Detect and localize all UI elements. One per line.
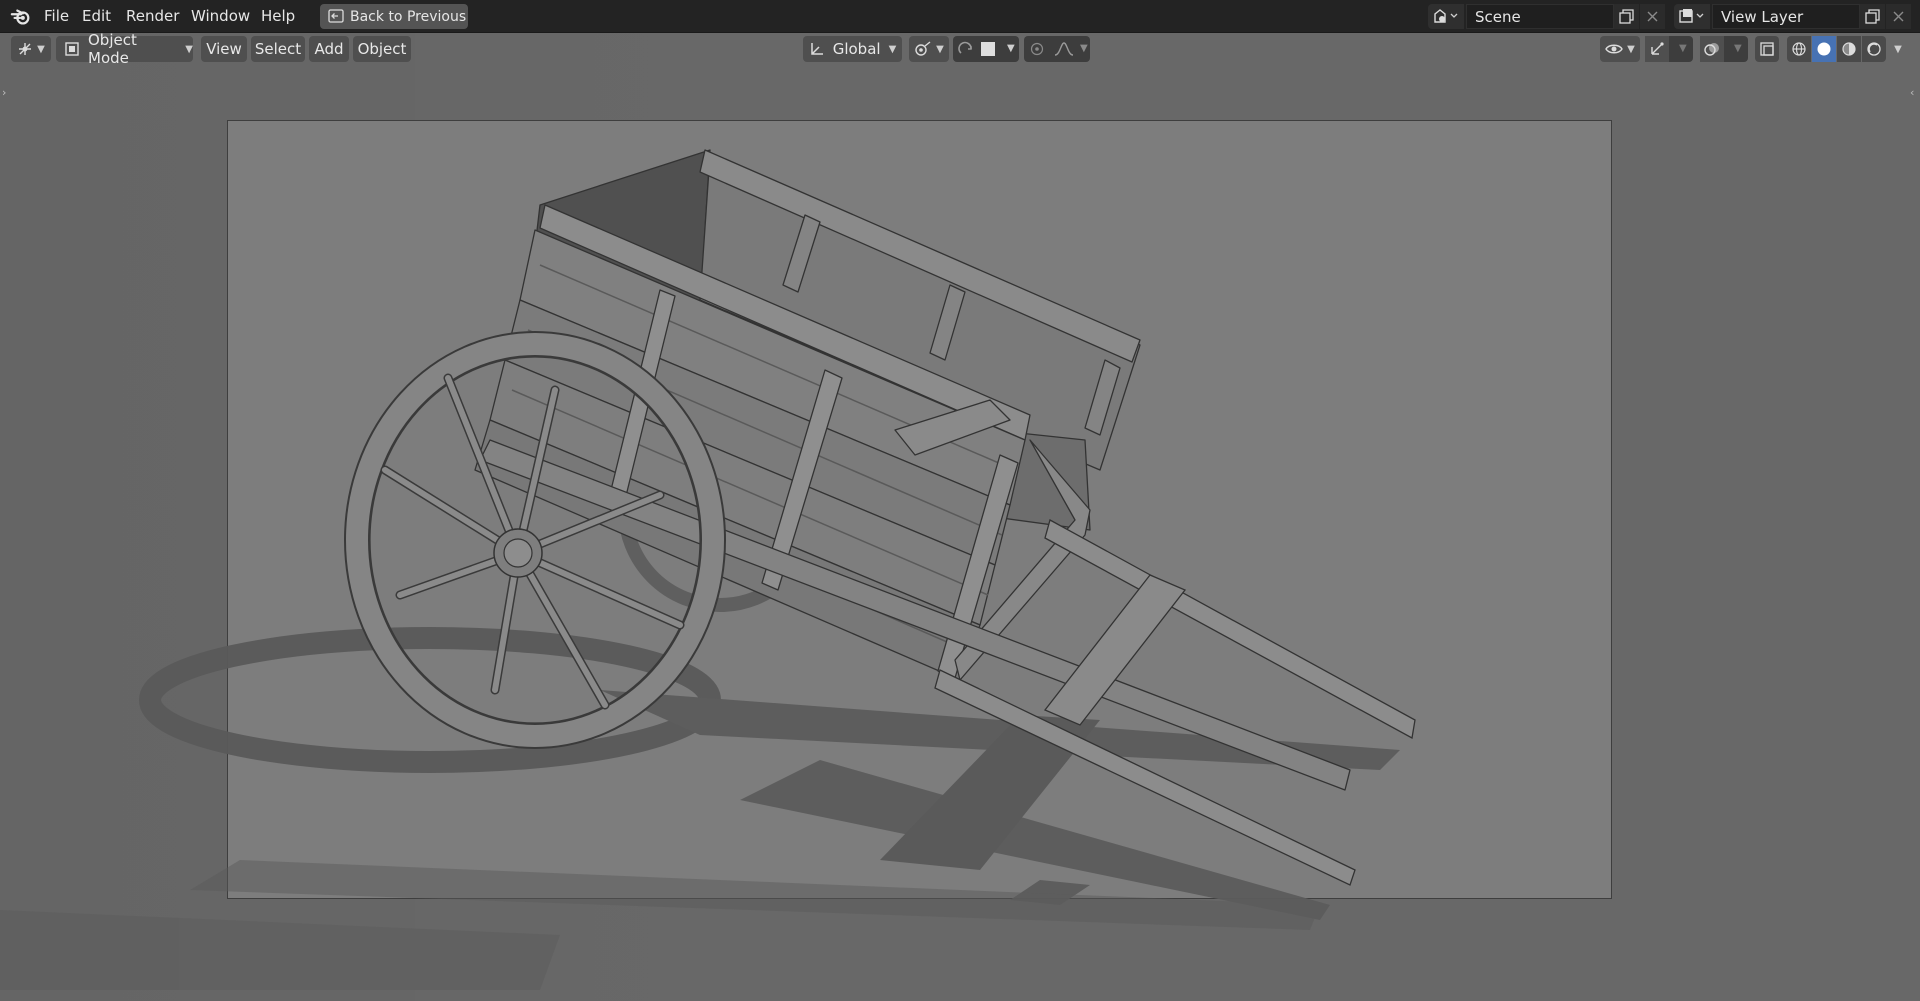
pivot-point-dropdown[interactable]: ▼	[909, 36, 949, 62]
view-layer-type-dropdown[interactable]	[1674, 4, 1710, 29]
menu-help[interactable]: Help	[261, 7, 295, 25]
material-preview-icon	[1842, 42, 1856, 56]
overlay-dropdown[interactable]: ▼	[1734, 43, 1742, 54]
duplicate-icon	[1865, 9, 1880, 24]
menu-window[interactable]: Window	[191, 7, 250, 25]
top-bar: File Edit Render Window Help Back to Pre…	[0, 0, 1920, 33]
menu-select[interactable]: Select	[251, 36, 305, 62]
scene-type-dropdown[interactable]	[1428, 4, 1464, 29]
editor-type-dropdown[interactable]: ▼	[11, 36, 51, 62]
solid-shading-button[interactable]	[1812, 36, 1836, 62]
sidebar-toggle-arrow[interactable]: ‹	[1910, 86, 1920, 102]
snap-toggle[interactable]	[953, 36, 979, 62]
proportional-editing-icon	[1030, 42, 1044, 56]
new-view-layer-button[interactable]	[1860, 4, 1885, 29]
menu-add[interactable]: Add	[309, 36, 349, 62]
viewport-header: ▼ Object Mode ▼ View Select Add Object G…	[0, 31, 1920, 67]
mode-dropdown[interactable]: Object Mode ▼	[56, 31, 193, 67]
transform-orientation-dropdown[interactable]: Global ▼	[803, 36, 902, 62]
object-visibility-dropdown[interactable]: ▼	[1600, 36, 1640, 62]
overlay-icon	[1704, 43, 1719, 56]
view-layer-icon	[1679, 9, 1704, 23]
pivot-point-icon	[915, 41, 931, 56]
xray-toggle[interactable]	[1755, 36, 1779, 62]
view-layer-name-field[interactable]: View Layer	[1712, 4, 1860, 29]
falloff-curve-icon[interactable]	[1054, 41, 1074, 57]
menu-file[interactable]: File	[44, 7, 69, 25]
snap-target-swatch[interactable]	[981, 42, 995, 56]
falloff-dropdown[interactable]: ▼	[1080, 43, 1088, 54]
wireframe-shading-button[interactable]	[1787, 36, 1811, 62]
gizmo-dropdown[interactable]: ▼	[1679, 43, 1687, 54]
menu-view[interactable]: View	[201, 36, 247, 62]
transform-orientation-icon	[810, 43, 823, 55]
close-icon	[1647, 11, 1658, 22]
snap-dropdown[interactable]: ▼	[1007, 43, 1015, 54]
new-scene-button[interactable]	[1614, 4, 1639, 29]
orientation-label: Global	[832, 40, 881, 58]
delete-scene-button[interactable]	[1640, 4, 1665, 29]
back-to-previous-button[interactable]: Back to Previous	[320, 4, 468, 29]
menu-render[interactable]: Render	[126, 7, 179, 25]
delete-view-layer-button[interactable]	[1886, 4, 1911, 29]
blender-logo-icon[interactable]	[10, 6, 32, 28]
menu-object[interactable]: Object	[353, 36, 411, 62]
close-icon	[1893, 11, 1904, 22]
material-preview-button[interactable]	[1837, 36, 1861, 62]
rendered-shading-icon	[1867, 42, 1881, 56]
proportional-editing-group: ▼	[1024, 36, 1090, 62]
scene-icon	[1434, 9, 1458, 23]
gizmo-group: ▼	[1645, 36, 1693, 62]
snap-group: ▼	[953, 36, 1019, 62]
menu-edit[interactable]: Edit	[82, 7, 111, 25]
back-to-previous-label: Back to Previous	[350, 8, 467, 25]
overlay-toggle[interactable]	[1700, 36, 1724, 62]
gizmo-toggle[interactable]	[1645, 36, 1669, 62]
object-visibility-icon	[1605, 44, 1623, 54]
xray-icon	[1760, 42, 1774, 56]
mode-label: Object Mode	[88, 31, 137, 67]
cart-body	[474, 149, 1351, 791]
rendered-shading-button[interactable]	[1862, 36, 1886, 62]
ground-shadow	[0, 627, 1400, 990]
gizmo-icon	[1651, 42, 1664, 55]
scene-name-field[interactable]: Scene	[1466, 4, 1614, 29]
toolbar-toggle-arrow[interactable]: ›	[2, 86, 12, 102]
back-to-previous-icon	[328, 9, 344, 23]
object-mode-icon	[65, 42, 79, 56]
cart-model-render[interactable]	[0, 33, 1920, 1001]
overlay-group: ▼	[1700, 36, 1748, 62]
proportional-editing-toggle[interactable]	[1028, 40, 1046, 58]
snap-icon	[958, 41, 972, 54]
wireframe-shading-icon	[1792, 42, 1806, 56]
shading-options-dropdown[interactable]: ▼	[1888, 36, 1908, 62]
duplicate-icon	[1619, 9, 1634, 24]
solid-shading-icon	[1817, 42, 1831, 56]
3d-viewport-editor-icon	[19, 43, 32, 55]
